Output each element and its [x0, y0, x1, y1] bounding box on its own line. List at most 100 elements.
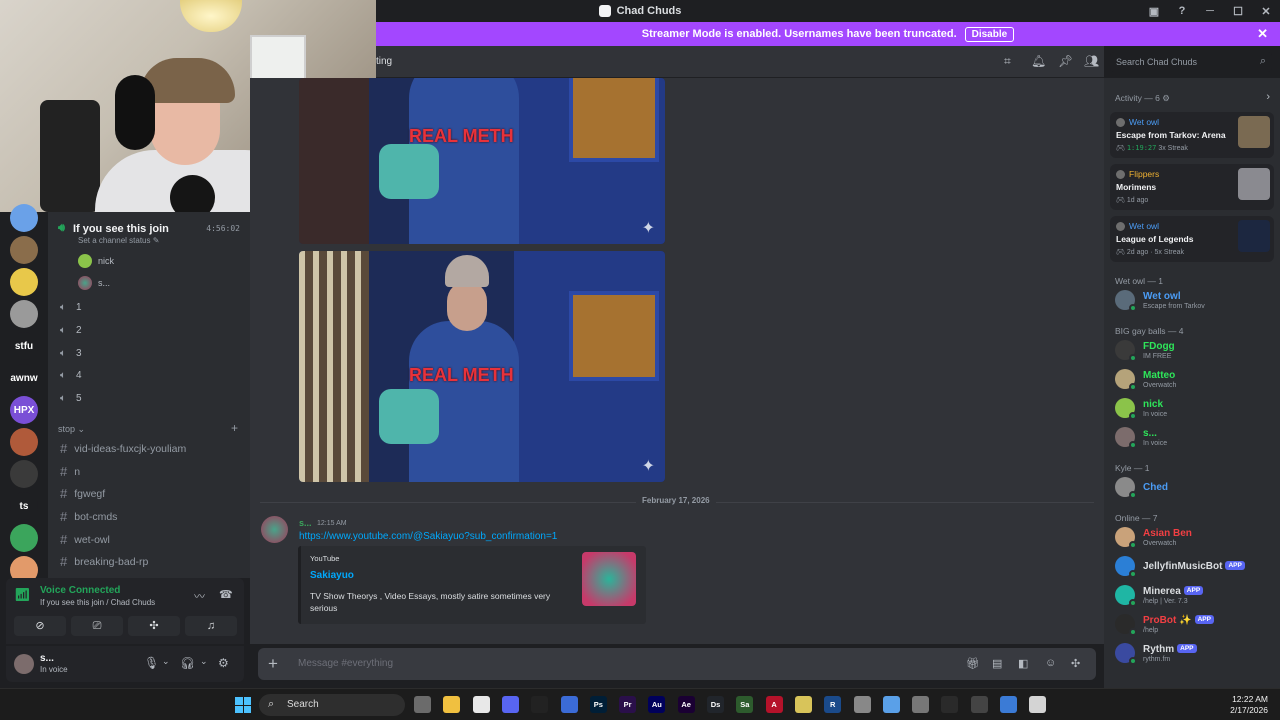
voice-channel-1[interactable]: 🔈︎ 1 [60, 302, 82, 313]
server-icon[interactable]: HPX [10, 396, 38, 424]
noise-suppression-icon[interactable]: 〰 [194, 588, 205, 604]
system-clock[interactable]: 12:22 AM 2/17/2026 [1230, 694, 1268, 716]
app-icon[interactable] [970, 696, 988, 713]
dimension-icon[interactable]: Ds [707, 696, 724, 713]
audition-icon[interactable]: Au [648, 696, 666, 713]
member-item[interactable]: JellyfinMusicBot APP [1115, 556, 1245, 578]
taskbar-search[interactable]: ⌕ Search [259, 694, 405, 716]
microphone-icon[interactable]: 🎙︎ [144, 656, 159, 670]
member-item[interactable]: nick In voice [1115, 398, 1167, 420]
text-channel[interactable]: # fgwegf [60, 486, 105, 501]
sticker-icon[interactable]: ◧ [1018, 657, 1028, 670]
task-view-icon[interactable] [414, 696, 431, 713]
username[interactable]: s... [40, 653, 54, 664]
message-input[interactable]: Message #everything [298, 658, 393, 669]
disable-streamer-mode-button[interactable]: Disable [964, 26, 1015, 42]
activities-button[interactable]: ✣ [128, 616, 180, 636]
avatar[interactable] [14, 654, 34, 674]
member-item[interactable]: Ched [1115, 477, 1168, 499]
chevron-right-icon[interactable]: › [1266, 91, 1270, 103]
gear-icon[interactable]: ⚙ [1162, 93, 1170, 103]
chevron-down-icon[interactable]: ⌄ [200, 656, 208, 667]
app-icon[interactable] [794, 696, 812, 713]
activity-header[interactable]: Activity — 6 ⚙ [1115, 93, 1170, 104]
chevron-down-icon[interactable]: ⌄ [162, 656, 170, 667]
member-item[interactable]: ProBot ✨ APP/help [1115, 614, 1214, 636]
screen-icon[interactable]: ▣ [1140, 5, 1168, 18]
activity-card[interactable]: Wet owl League of Legends 🎮︎ 2d ago · 5x S… [1110, 216, 1274, 262]
voice-connected-title[interactable]: Voice Connected [40, 585, 120, 596]
acrobat-icon[interactable]: A [765, 696, 783, 713]
server-icon[interactable] [10, 428, 38, 456]
embed-thumbnail[interactable] [582, 552, 636, 606]
server-icon[interactable] [10, 300, 38, 328]
server-icon[interactable] [10, 204, 38, 232]
message-author[interactable]: s... [299, 518, 312, 528]
app-icon[interactable] [1029, 696, 1047, 713]
chrome-icon[interactable] [472, 696, 490, 713]
premiere-icon[interactable]: Pr [619, 696, 637, 713]
bell-icon[interactable]: 🔔︎ [1031, 54, 1046, 68]
voice-user[interactable]: s... [78, 276, 110, 290]
server-icon[interactable]: awnw [10, 364, 38, 392]
voice-channel-4[interactable]: 🔈︎ 4 [60, 370, 82, 381]
member-item[interactable]: Minerea APP/help | Ver. 7.3 [1115, 585, 1204, 607]
app-icon[interactable] [560, 696, 578, 713]
server-icon[interactable] [10, 460, 38, 488]
member-item[interactable]: Rythm APP rythm.fm [1115, 643, 1197, 665]
text-channel[interactable]: # wet-owl [60, 532, 110, 547]
settings-icon[interactable] [912, 696, 930, 713]
message-link[interactable]: https://www.youtube.com/@Sakiayuo?sub_co… [299, 531, 557, 542]
soundboard-button[interactable]: ♫ [185, 616, 237, 636]
voice-channel-5[interactable]: 🔈︎ 5 [60, 393, 82, 404]
text-channel[interactable]: # n [60, 464, 80, 479]
channel-status-prompt[interactable]: Set a channel status ✎ [78, 236, 159, 245]
activity-card[interactable]: Flippers Morimens 🎮︎ 1d ago [1110, 164, 1274, 210]
gift-icon[interactable]: 🎁︎ [966, 657, 980, 670]
activity-card[interactable]: Wet owl Escape from Tarkov: Arena 🎮︎ 1:19:… [1110, 112, 1274, 158]
camera-off-button[interactable]: ⊘ [14, 616, 66, 636]
minimize-button[interactable]: ─ [1196, 5, 1224, 17]
disconnect-icon[interactable]: ☎︎ [219, 588, 233, 601]
message-image[interactable]: REAL METH ✦ [299, 78, 665, 244]
headphones-icon[interactable]: 🎧︎ [180, 656, 195, 670]
notepad-icon[interactable] [882, 696, 900, 713]
text-channel[interactable]: # bot-cmds [60, 509, 117, 524]
app-icon[interactable] [853, 696, 871, 713]
gif-icon[interactable]: ▤ [992, 657, 1002, 670]
member-item[interactable]: s... In voice [1115, 427, 1167, 449]
add-channel-icon[interactable]: + [231, 421, 238, 435]
substance-icon[interactable]: Sa [736, 696, 754, 713]
steam-icon[interactable] [531, 696, 549, 713]
category-header[interactable]: stop ⌄ [58, 424, 85, 435]
member-item[interactable]: Matteo Overwatch [1115, 369, 1176, 391]
message-image[interactable]: REAL METH ✦ [299, 251, 665, 482]
server-icon[interactable]: stfu [10, 332, 38, 360]
app-icon[interactable]: R [824, 696, 842, 713]
after-effects-icon[interactable]: Ae [677, 696, 695, 713]
text-channel[interactable]: # vid-ideas-fuxcjk-youliam [60, 441, 186, 456]
app-icon[interactable] [1000, 696, 1017, 713]
close-button[interactable]: ✕ [1252, 5, 1280, 18]
search-input[interactable]: Search Chad Chuds ⌕ [1110, 52, 1272, 72]
member-item[interactable]: Asian Ben Overwatch [1115, 527, 1192, 549]
windows-start-icon[interactable] [235, 697, 251, 713]
discord-icon[interactable] [501, 696, 519, 713]
voice-channel-2[interactable]: 🔈︎ 2 [60, 325, 82, 336]
avatar[interactable] [261, 516, 288, 543]
close-banner-icon[interactable]: ✕ [1257, 26, 1268, 42]
emoji-icon[interactable]: ☺ [1045, 657, 1056, 669]
threads-icon[interactable]: ⌗ [1004, 54, 1011, 69]
gear-icon[interactable]: ⚙ [218, 656, 229, 670]
file-explorer-icon[interactable] [443, 696, 461, 713]
message-composer[interactable]: + Message #everything 🎁︎ ▤ ◧ ☺ ✣ [258, 648, 1096, 680]
server-icon[interactable] [10, 236, 38, 264]
plus-icon[interactable]: + [268, 654, 278, 674]
member-item[interactable]: Wet owl Escape from Tarkov [1115, 290, 1205, 312]
app-icon[interactable] [941, 696, 959, 713]
photoshop-icon[interactable]: Ps [589, 696, 607, 713]
help-icon[interactable]: ? [1168, 5, 1196, 17]
screen-share-button[interactable]: ⎚ [71, 616, 123, 636]
voice-user[interactable]: nick [78, 254, 114, 268]
voice-channel-header[interactable]: 🔊︎ If you see this join [58, 222, 169, 235]
